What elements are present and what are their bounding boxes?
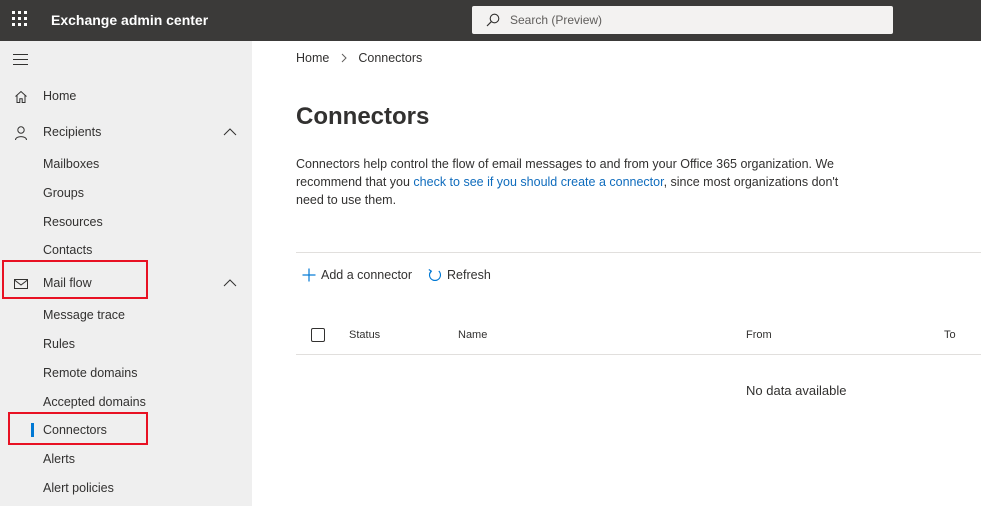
highlight-box-mail-flow xyxy=(2,260,148,299)
sidebar-item-label: Remote domains xyxy=(43,366,138,380)
sidebar-item-message-trace[interactable]: Message trace xyxy=(0,302,252,330)
hamburger-icon[interactable] xyxy=(13,53,29,65)
column-header-from[interactable]: From xyxy=(746,329,772,341)
sidebar-item-label: Accepted domains xyxy=(43,395,146,409)
sidebar-item-rules[interactable]: Rules xyxy=(0,331,252,359)
plus-icon xyxy=(302,268,316,282)
add-connector-label: Add a connector xyxy=(321,268,413,282)
breadcrumb-current: Connectors xyxy=(358,51,423,65)
sidebar-item-alerts[interactable]: Alerts xyxy=(0,446,252,474)
sidebar-item-home[interactable]: Home xyxy=(0,83,252,111)
sidebar-item-label: Resources xyxy=(43,215,103,229)
add-connector-button[interactable]: Add a connector xyxy=(302,265,412,285)
sidebar-item-label: Groups xyxy=(43,186,84,200)
sidebar-item-label: Contacts xyxy=(43,243,93,257)
table-header: Status Name From To xyxy=(296,321,981,351)
refresh-label: Refresh xyxy=(447,268,491,282)
refresh-icon xyxy=(428,269,442,282)
refresh-button[interactable]: Refresh xyxy=(428,265,491,285)
home-icon xyxy=(15,90,27,103)
column-header-to[interactable]: To xyxy=(944,329,956,341)
sidebar-item-resources[interactable]: Resources xyxy=(0,209,252,237)
divider xyxy=(296,354,981,355)
page-description: Connectors help control the flow of emai… xyxy=(296,155,856,209)
top-bar: Exchange admin center xyxy=(0,0,981,41)
divider xyxy=(296,252,981,253)
person-icon xyxy=(15,126,27,141)
sidebar-item-recipients[interactable]: Recipients xyxy=(0,119,252,147)
column-header-status[interactable]: Status xyxy=(349,329,380,341)
chevron-up-icon[interactable] xyxy=(223,127,237,137)
sidebar-item-label: Recipients xyxy=(43,125,102,139)
page-title: Connectors xyxy=(296,103,430,130)
sidebar-item-label: Home xyxy=(43,89,77,103)
sidebar-item-label: Mailboxes xyxy=(43,157,100,171)
search-box[interactable] xyxy=(472,6,893,34)
app-title[interactable]: Exchange admin center xyxy=(51,12,208,28)
sidebar-item-groups[interactable]: Groups xyxy=(0,180,252,208)
waffle-icon[interactable] xyxy=(12,11,30,29)
chevron-up-icon[interactable] xyxy=(223,278,237,288)
sidebar-item-remote-domains[interactable]: Remote domains xyxy=(0,360,252,388)
search-icon xyxy=(486,13,500,27)
chevron-right-icon xyxy=(341,53,348,63)
sidebar-item-label: Alert policies xyxy=(43,481,114,495)
highlight-box-connectors xyxy=(8,412,148,445)
main-content: Home Connectors Connectors Connectors he… xyxy=(252,41,981,506)
sidebar-item-label: Message trace xyxy=(43,308,125,322)
empty-message: No data available xyxy=(746,383,847,398)
sidebar-item-alert-policies[interactable]: Alert policies xyxy=(0,475,252,503)
breadcrumb: Home Connectors xyxy=(296,51,422,65)
sidebar-item-mailboxes[interactable]: Mailboxes xyxy=(0,151,252,179)
column-header-name[interactable]: Name xyxy=(458,329,487,341)
create-connector-link[interactable]: check to see if you should create a conn… xyxy=(413,175,663,189)
sidebar-item-label: Alerts xyxy=(43,452,75,466)
search-input[interactable] xyxy=(510,10,880,30)
select-all-checkbox[interactable] xyxy=(311,328,325,342)
sidebar-item-label: Rules xyxy=(43,337,75,351)
sidebar: Home Recipients Mailboxes Groups Resourc… xyxy=(0,41,252,506)
breadcrumb-home[interactable]: Home xyxy=(296,51,329,65)
